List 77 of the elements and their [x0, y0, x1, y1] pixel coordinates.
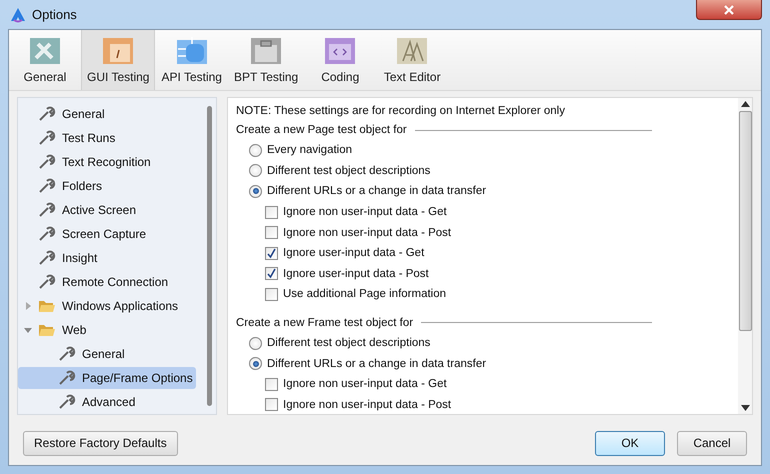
- option-label: Ignore non user-input data - Post: [283, 398, 452, 411]
- category-tab[interactable]: BPT Testing: [228, 30, 304, 90]
- checkbox[interactable]: [265, 206, 278, 219]
- tree-item[interactable]: Folders: [18, 175, 196, 197]
- restore-defaults-button[interactable]: Restore Factory Defaults: [23, 430, 178, 456]
- tree-item[interactable]: Insight: [18, 247, 196, 269]
- option-label: Different URLs or a change in data transfer: [267, 358, 486, 370]
- window-title: Options: [32, 7, 77, 22]
- radio-button[interactable]: [249, 336, 262, 350]
- tab-icon: [323, 36, 358, 66]
- checkbox[interactable]: [265, 288, 278, 301]
- scrollbar[interactable]: [738, 98, 752, 414]
- expand-arrow-icon[interactable]: [24, 302, 32, 310]
- category-tab[interactable]: Coding: [304, 30, 376, 90]
- tree-item[interactable]: General: [18, 103, 196, 125]
- tree-item[interactable]: Windows Applications: [18, 295, 196, 317]
- category-tab[interactable]: General: [9, 30, 81, 90]
- tree-item[interactable]: Active Screen: [18, 199, 196, 221]
- tree-item[interactable]: Advanced: [18, 391, 196, 413]
- folder-icon: [38, 323, 56, 337]
- checkbox[interactable]: [265, 378, 278, 391]
- collapse-arrow-icon[interactable]: [24, 326, 32, 334]
- option-label: Ignore non user-input data - Get: [283, 378, 447, 390]
- checkbox[interactable]: [265, 226, 278, 240]
- ok-button[interactable]: OK: [595, 430, 665, 456]
- checkbox[interactable]: [265, 246, 278, 260]
- tab-icon: [174, 36, 209, 66]
- wrench-icon: [38, 178, 56, 194]
- wrench-icon: [58, 346, 76, 362]
- option-label: Ignore user-input data - Post: [283, 268, 429, 280]
- option-label: Different test object descriptions: [267, 164, 430, 177]
- close-button[interactable]: [696, 0, 762, 20]
- tree-item[interactable]: Screen Capture: [18, 223, 196, 245]
- category-tab[interactable]: GUI Testing: [81, 30, 156, 90]
- wrench-icon: [38, 202, 56, 218]
- option-label: Different test object descriptions: [267, 337, 430, 350]
- category-tab[interactable]: API Testing: [155, 30, 228, 90]
- option-label: Different URLs or a change in data transfer: [267, 185, 486, 198]
- radio-button[interactable]: [249, 144, 262, 157]
- app-logo-icon: [10, 6, 26, 22]
- tree-item[interactable]: Test Runs: [18, 127, 196, 149]
- group-title: Create a new Page test object for: [236, 124, 407, 136]
- tree-item[interactable]: Text Recognition: [18, 151, 196, 173]
- tree-item[interactable]: Web: [18, 319, 196, 341]
- option-label: Every navigation: [267, 144, 352, 156]
- tab-icon: [249, 36, 284, 66]
- checkbox[interactable]: [265, 398, 278, 412]
- option-label: Use additional Page information: [283, 288, 446, 300]
- close-icon: [724, 4, 734, 14]
- note-text: NOTE: These settings are for recording on Internet Explorer only: [236, 104, 566, 119]
- wrench-icon: [38, 130, 56, 146]
- wrench-icon: [38, 106, 56, 122]
- folder-icon: [38, 299, 56, 313]
- option-label: Ignore user-input data - Get: [283, 247, 424, 260]
- tab-icon: [101, 36, 136, 66]
- option-label: Ignore non user-input data - Get: [283, 206, 447, 218]
- tab-icon: [395, 36, 430, 66]
- option-label: Ignore non user-input data - Post: [283, 226, 452, 239]
- radio-button[interactable]: [249, 357, 262, 370]
- checkbox[interactable]: [265, 267, 278, 280]
- category-tab[interactable]: Text Editor: [376, 30, 448, 90]
- tree-item[interactable]: General: [18, 343, 196, 365]
- wrench-icon: [38, 226, 56, 242]
- wrench-icon: [38, 250, 56, 266]
- tab-icon: [28, 36, 62, 66]
- scroll-up-icon[interactable]: [740, 101, 750, 107]
- wrench-icon: [58, 394, 76, 410]
- wrench-icon: [38, 274, 56, 290]
- wrench-icon: [58, 370, 76, 386]
- radio-button[interactable]: [249, 184, 262, 198]
- cancel-button[interactable]: Cancel: [677, 430, 747, 456]
- tree-item[interactable]: Page/Frame Options: [18, 367, 196, 389]
- group-title: Create a new Frame test object for: [236, 316, 414, 329]
- radio-button[interactable]: [249, 164, 262, 178]
- scroll-down-icon[interactable]: [740, 405, 750, 411]
- wrench-icon: [38, 154, 56, 170]
- tree-item[interactable]: Remote Connection: [18, 271, 196, 293]
